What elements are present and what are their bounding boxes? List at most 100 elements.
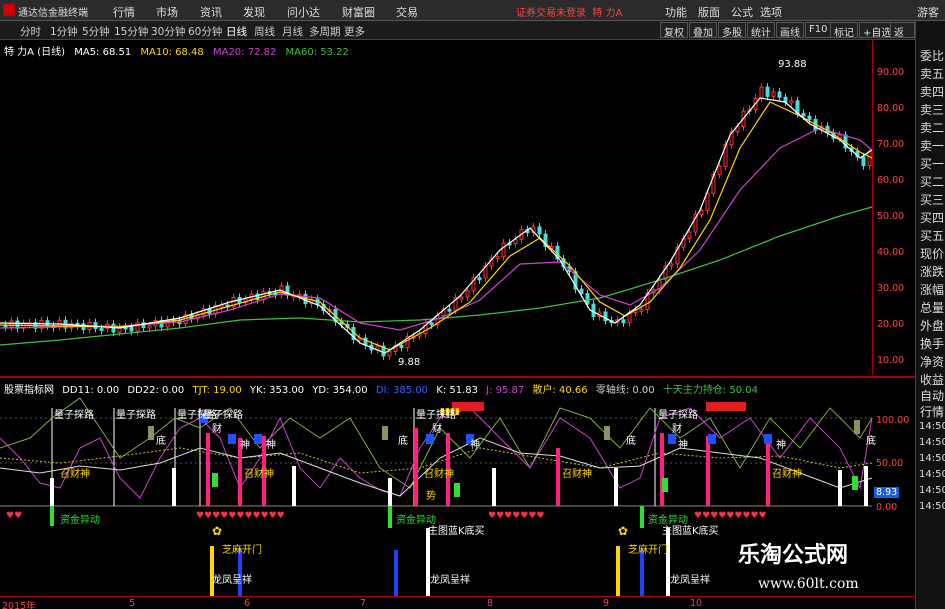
period-multi[interactable]: 多周期 <box>309 24 341 39</box>
quote-bid4[interactable]: 买四 <box>919 209 945 226</box>
quote-volume[interactable]: 总量 <box>919 299 945 316</box>
site-watermark: 乐淘公式网 www.60lt.com <box>720 531 910 601</box>
indicator-axis: 100.00 50.00 0.00 8.93 <box>872 395 915 515</box>
signal-zhao: 召财神 <box>244 469 274 480</box>
quote-change-pct[interactable]: 涨幅 <box>919 281 945 298</box>
quote-ask1[interactable]: 卖一 <box>919 137 945 154</box>
period-60min[interactable]: 60分钟 <box>188 24 222 39</box>
period-day[interactable]: 日线 <box>226 24 247 39</box>
candle <box>465 290 470 298</box>
period-5min[interactable]: 5分钟 <box>82 24 110 39</box>
quote-outer[interactable]: 外盘 <box>919 317 945 334</box>
candle <box>639 308 644 312</box>
signal-zhao: 召财神 <box>562 469 592 480</box>
quote-ask5[interactable]: 卖五 <box>919 65 945 82</box>
candle <box>501 242 506 258</box>
tool-back[interactable]: 返回 <box>890 22 915 54</box>
trade-login-notice[interactable]: 证券交易未登录 特 力A <box>516 4 622 19</box>
ma-legend: 特 力A (日线) MA5: 68.51 MA10: 68.48 MA20: 7… <box>4 43 355 58</box>
quote-change[interactable]: 涨跌 <box>919 263 945 280</box>
tool-tongji[interactable]: 统计 <box>747 22 775 39</box>
signal-tanlu: 量子探路 <box>116 410 156 421</box>
quote-earnings[interactable]: 收益 <box>919 371 945 388</box>
signal-zhima: 芝麻开门 <box>628 545 668 556</box>
period-fenshi[interactable]: 分时 <box>20 24 41 39</box>
ind-tick: 100.00 <box>876 415 910 426</box>
menu-jiaoyi[interactable]: 交易 <box>396 4 418 20</box>
menu-hangqing[interactable]: 行情 <box>113 4 135 20</box>
current-value-badge: 8.93 <box>874 487 900 498</box>
signal-cai: 财 <box>672 424 682 435</box>
quote-bid5[interactable]: 买五 <box>919 227 945 244</box>
candle <box>579 288 584 295</box>
candle <box>771 91 776 97</box>
quote-price[interactable]: 现价 <box>919 245 945 262</box>
candle <box>699 209 704 215</box>
signal-longfeng: 龙凤呈祥 <box>670 575 710 586</box>
tool-duogu[interactable]: 多股 <box>718 22 746 39</box>
menu-faxian[interactable]: 发现 <box>243 4 265 20</box>
signal-longfeng: 龙凤呈祥 <box>212 575 252 586</box>
period-bar: 分时 1分钟 5分钟 15分钟 30分钟 60分钟 日线 周线 月线 多周期 更… <box>0 21 915 54</box>
ind-tick: 0.00 <box>876 502 898 513</box>
period-1min[interactable]: 1分钟 <box>50 24 78 39</box>
signal-zhao: 召财神 <box>60 469 90 480</box>
quote-bid3[interactable]: 买三 <box>919 191 945 208</box>
period-month[interactable]: 月线 <box>282 24 303 39</box>
period-15min[interactable]: 15分钟 <box>114 24 148 39</box>
quote-bid2[interactable]: 买二 <box>919 173 945 190</box>
period-30min[interactable]: 30分钟 <box>151 24 185 39</box>
signal-zhutu: 主图蓝K底买 <box>662 526 719 537</box>
formula-button[interactable]: 公式 <box>731 4 753 20</box>
period-week[interactable]: 周线 <box>254 24 275 39</box>
ma20-value: MA20: 72.82 <box>212 47 277 58</box>
guest-login[interactable]: 游客 <box>917 4 939 20</box>
layout-button[interactable]: 版面 <box>698 4 720 20</box>
quote-ask2[interactable]: 卖二 <box>919 119 945 136</box>
di-value: DI: 385.00 <box>375 385 429 396</box>
trade-time: 14:50 <box>919 437 945 448</box>
star-icon: ✿ <box>212 524 222 538</box>
watermark-url: www.60lt.com <box>758 576 859 592</box>
menu-caifuquan[interactable]: 财富圈 <box>342 4 375 20</box>
tool-fuquan[interactable]: 复权 <box>660 22 688 39</box>
low-price-label: 9.88 <box>398 357 421 368</box>
quote-auto[interactable]: 自动 <box>919 387 945 404</box>
candle <box>537 226 542 235</box>
candle <box>807 115 812 120</box>
signal-longfeng: 龙凤呈祥 <box>430 575 470 586</box>
tool-biaoji[interactable]: 标记 <box>830 22 858 39</box>
tool-huaxian[interactable]: 画线 <box>776 22 804 39</box>
candle <box>129 326 134 332</box>
price-tick: 50.00 <box>877 211 905 222</box>
trade-time: 14:50 <box>919 469 945 480</box>
candlestick-chart[interactable] <box>0 40 915 375</box>
date-tick: 8 <box>487 598 494 609</box>
date-tick: 5 <box>129 598 136 609</box>
price-axis: 90.00 80.00 70.00 60.00 50.00 40.00 30.0… <box>872 40 915 375</box>
quote-net-asset[interactable]: 净资 <box>919 353 945 370</box>
function-button[interactable]: 功能 <box>665 4 687 20</box>
quote-market[interactable]: 行情 <box>919 403 945 420</box>
period-more[interactable]: 更多 <box>344 24 365 39</box>
quote-bid1[interactable]: 买一 <box>919 155 945 172</box>
tool-diejia[interactable]: 叠加 <box>689 22 717 39</box>
candle <box>447 308 452 312</box>
candle <box>687 231 692 240</box>
quote-ask4[interactable]: 卖四 <box>919 83 945 100</box>
options-button[interactable]: 选项 <box>760 4 782 20</box>
date-tick: 6 <box>244 598 251 609</box>
candle <box>135 322 140 332</box>
quote-ask3[interactable]: 卖三 <box>919 101 945 118</box>
date-tick: 2015年 <box>2 601 36 609</box>
tool-f10[interactable]: F10 <box>805 22 832 38</box>
quote-turnover[interactable]: 换手 <box>919 335 945 352</box>
quote-weibi[interactable]: 委比 <box>919 47 945 64</box>
date-tick: 7 <box>360 598 367 609</box>
signal-shi: 势 <box>426 491 436 502</box>
candle <box>759 86 764 100</box>
menu-zixun[interactable]: 资讯 <box>200 4 222 20</box>
menu-shichang[interactable]: 市场 <box>156 4 178 20</box>
menu-wenxiaoda[interactable]: 问小达 <box>287 4 320 20</box>
candle <box>867 150 872 167</box>
